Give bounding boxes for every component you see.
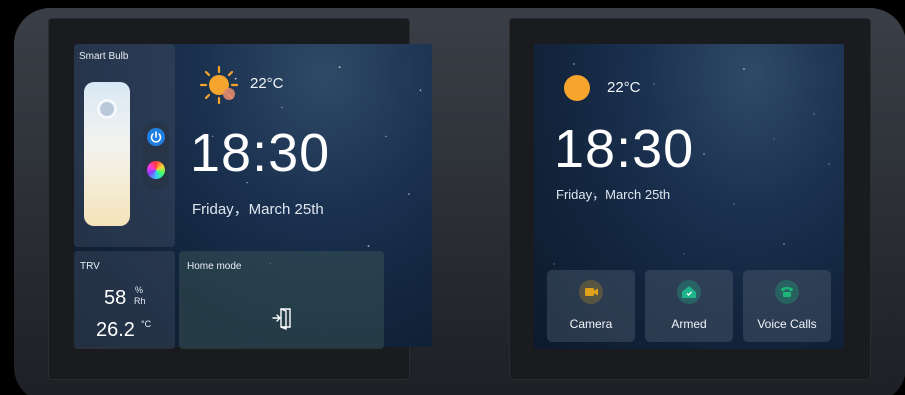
trv-temperature-unit: °C xyxy=(141,319,152,329)
brightness-slider-knob[interactable] xyxy=(97,99,117,119)
sun-icon xyxy=(564,75,590,101)
camera-label: Camera xyxy=(569,317,613,331)
camera-icon xyxy=(579,280,603,304)
smart-bulb-card[interactable]: Smart Bulb xyxy=(74,44,175,247)
weather-temperature: 22°C xyxy=(607,79,641,96)
phone-icon xyxy=(775,280,799,304)
right-screen: 22°C 18:30 Friday，March 25th Camera Arme… xyxy=(534,44,844,349)
power-icon xyxy=(150,131,162,143)
clock-date: Friday，March 25th xyxy=(556,187,671,202)
armed-label: Armed xyxy=(671,317,707,331)
humidity-value: 58 xyxy=(104,287,127,309)
clock-date: Friday，March 25th xyxy=(192,201,324,218)
clock-time: 18:30 xyxy=(190,123,331,183)
home-shield-icon xyxy=(677,280,701,304)
sun-cloud-icon xyxy=(198,64,244,110)
trv-temperature-value: 26.2 xyxy=(96,319,135,341)
voice-calls-label: Voice Calls xyxy=(757,317,817,331)
home-mode-title: Home mode xyxy=(187,261,242,272)
color-wheel-icon[interactable] xyxy=(147,161,165,179)
home-mode-card[interactable]: Home mode xyxy=(179,251,384,349)
trv-title: TRV xyxy=(80,261,100,272)
voice-calls-tile[interactable]: Voice Calls xyxy=(743,270,831,342)
trv-card[interactable]: TRV 58 % Rh 26.2 °C xyxy=(74,251,175,349)
armed-tile[interactable]: Armed xyxy=(645,270,733,342)
smart-bulb-title: Smart Bulb xyxy=(79,51,129,62)
humidity-unit-bottom: Rh xyxy=(134,296,146,306)
humidity-unit-top: % xyxy=(135,285,144,295)
camera-tile[interactable]: Camera xyxy=(547,270,635,342)
power-button[interactable] xyxy=(147,128,165,146)
left-screen-content: Smart Bulb 22°C 18:30 Friday，March 25th xyxy=(74,44,384,349)
weather-temperature: 22°C xyxy=(250,75,284,92)
clock-time: 18:30 xyxy=(554,119,695,179)
door-exit-icon xyxy=(272,307,291,331)
